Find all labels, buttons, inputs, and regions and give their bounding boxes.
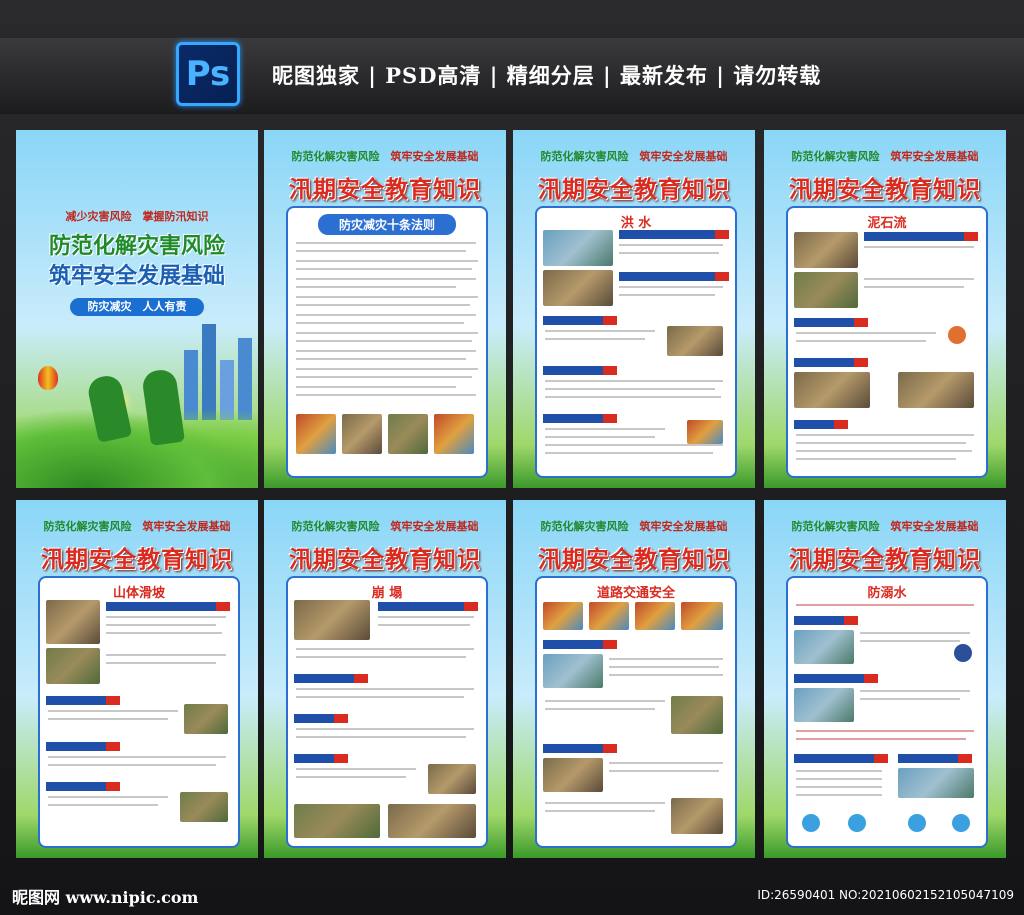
water-photo xyxy=(898,768,974,798)
poster-road-safety: 防范化解灾害风险 筑牢安全发展基础 汛期安全教育知识 道路交通安全 xyxy=(513,500,755,858)
illustration-image xyxy=(687,420,723,444)
illustration-image xyxy=(342,414,382,454)
collapse-photo xyxy=(294,600,370,640)
cover-title-2: 筑牢安全发展基础 xyxy=(48,263,225,289)
cover-subtitle: 减少灾害风险 掌握防汛知识 xyxy=(65,210,209,223)
debris-photo xyxy=(794,272,858,308)
section-heading: 崩 塌 xyxy=(371,586,403,601)
content-panel: 道路交通安全 xyxy=(535,576,737,848)
police-icon xyxy=(954,644,972,662)
poster-slogan: 防范化解灾害风险 筑牢安全发展基础 xyxy=(540,520,728,533)
banner-tagline: 昵图独家 | PSD高清 | 精细分层 | 最新发布 | 请勿转载 xyxy=(272,63,822,88)
person-icon xyxy=(948,326,966,344)
poster-title: 汛期安全教育知识 xyxy=(289,546,481,573)
poster-slogan: 防范化解灾害风险 筑牢安全发展基础 xyxy=(791,520,979,533)
debris-photo xyxy=(898,372,974,408)
poster-landslide: 防范化解灾害风险 筑牢安全发展基础 汛期安全教育知识 山体滑坡 xyxy=(16,500,258,858)
flood-photo xyxy=(543,270,613,306)
content-panel: 洪 水 xyxy=(535,206,737,478)
content-panel: 防灾减灾十条法则 xyxy=(286,206,488,478)
flood-photo xyxy=(667,326,723,356)
poster-collapse: 防范化解灾害风险 筑牢安全发展基础 汛期安全教育知识 崩 塌 xyxy=(264,500,506,858)
water-photo xyxy=(794,688,854,722)
poster-title: 汛期安全教育知识 xyxy=(289,176,481,203)
poster-slogan: 防范化解灾害风险 筑牢安全发展基础 xyxy=(791,150,979,163)
photoshop-logo-icon: Ps xyxy=(176,42,240,106)
landslide-photo xyxy=(46,600,100,644)
swimmer-icon xyxy=(908,814,926,832)
landslide-photo xyxy=(46,648,100,684)
content-panel: 崩 塌 xyxy=(286,576,488,848)
poster-flood: 防范化解灾害风险 筑牢安全发展基础 汛期安全教育知识 洪 水 xyxy=(513,130,755,488)
section-heading: 山体滑坡 xyxy=(112,586,165,601)
poster-title: 汛期安全教育知识 xyxy=(41,546,233,573)
collapse-photo xyxy=(294,804,380,838)
image-id-text: ID:26590401 NO:20210602152105047109 xyxy=(757,888,1014,902)
poster-slogan: 防范化解灾害风险 筑牢安全发展基础 xyxy=(291,520,479,533)
illustration-image xyxy=(296,414,336,454)
swimmer-icon xyxy=(848,814,866,832)
building-icon xyxy=(202,324,216,420)
debris-photo xyxy=(794,232,858,268)
illustration-image xyxy=(184,704,228,734)
cover-pill-badge: 防灾减灾 人人有责 xyxy=(70,298,204,316)
water-photo xyxy=(794,630,854,664)
site-watermark: 昵图网 www.nipic.com xyxy=(12,888,199,907)
poster-title: 汛期安全教育知识 xyxy=(789,546,981,573)
swimmer-icon xyxy=(802,814,820,832)
illustration-image xyxy=(428,764,476,794)
poster-ten-rules: 防范化解灾害风险 筑牢安全发展基础 汛期安全教育知识 防灾减灾十条法则 xyxy=(264,130,506,488)
illustration-image xyxy=(589,602,629,630)
poster-title: 汛期安全教育知识 xyxy=(789,176,981,203)
content-panel: 泥石流 xyxy=(786,206,988,478)
road-photo xyxy=(671,798,723,834)
debris-photo xyxy=(794,372,870,408)
section-heading: 泥石流 xyxy=(867,216,907,231)
poster-cover: 减少灾害风险 掌握防汛知识 防范化解灾害风险 筑牢安全发展基础 防灾减灾 人人有… xyxy=(16,130,258,488)
illustration-image xyxy=(434,414,474,454)
hot-air-balloon-icon xyxy=(38,366,58,390)
content-panel: 防溺水 xyxy=(786,576,988,848)
swimmer-icon xyxy=(952,814,970,832)
poster-title: 汛期安全教育知识 xyxy=(538,176,730,203)
poster-slogan: 防范化解灾害风险 筑牢安全发展基础 xyxy=(43,520,231,533)
section-heading: 洪 水 xyxy=(620,216,652,231)
road-photo xyxy=(543,654,603,688)
content-panel: 山体滑坡 xyxy=(38,576,240,848)
illustration-image xyxy=(635,602,675,630)
collapse-photo xyxy=(388,804,476,838)
poster-title: 汛期安全教育知识 xyxy=(538,546,730,573)
poster-slogan: 防范化解灾害风险 筑牢安全发展基础 xyxy=(540,150,728,163)
cover-title-1: 防范化解灾害风险 xyxy=(48,233,225,259)
section-heading: 防灾减灾十条法则 xyxy=(318,214,456,235)
illustration-image xyxy=(681,602,723,630)
green-hills xyxy=(16,408,258,488)
road-photo xyxy=(543,758,603,792)
poster-slogan: 防范化解灾害风险 筑牢安全发展基础 xyxy=(291,150,479,163)
illustration-image xyxy=(543,602,583,630)
flood-photo xyxy=(543,230,613,266)
poster-drowning-prevention: 防范化解灾害风险 筑牢安全发展基础 汛期安全教育知识 防溺水 xyxy=(764,500,1006,858)
road-photo xyxy=(671,696,723,734)
section-heading: 防溺水 xyxy=(867,586,907,601)
illustration-image xyxy=(180,792,228,822)
illustration-image xyxy=(388,414,428,454)
section-heading: 道路交通安全 xyxy=(596,586,675,601)
poster-debris-flow: 防范化解灾害风险 筑牢安全发展基础 汛期安全教育知识 泥石流 xyxy=(764,130,1006,488)
